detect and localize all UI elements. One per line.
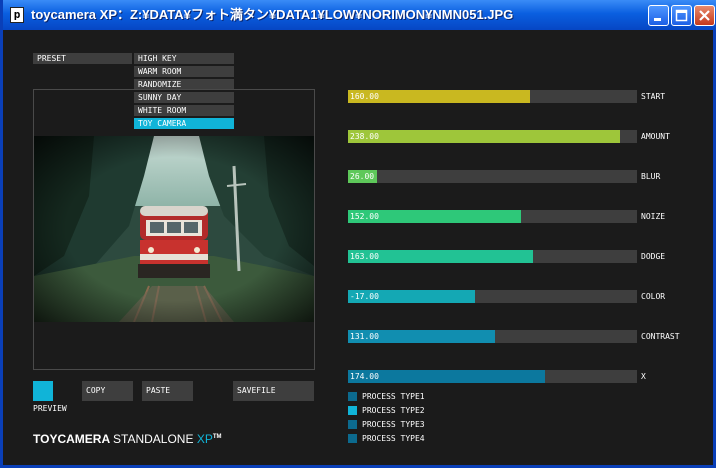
slider-label-noize: NOIZE	[641, 212, 666, 221]
slider-label-dodge: DODGE	[641, 252, 666, 261]
process-type-label[interactable]: PROCESS TYPE2	[362, 406, 425, 415]
savefile-button[interactable]: SAVEFILE	[233, 381, 314, 401]
slider-blur[interactable]: 26.00	[348, 170, 637, 183]
train-photo	[34, 136, 314, 322]
slider-label-start: START	[641, 92, 666, 101]
maximize-button[interactable]	[671, 5, 692, 26]
preset-item-high-key[interactable]: HIGH KEY	[134, 53, 234, 64]
minimize-button[interactable]	[648, 5, 669, 26]
slider-noize[interactable]: 152.00	[348, 210, 637, 223]
preview-button[interactable]	[33, 381, 53, 401]
paste-button[interactable]: PASTE	[142, 381, 193, 401]
slider-value: 160.00	[350, 92, 379, 101]
preview-image	[34, 136, 314, 322]
process-type-checkbox[interactable]	[348, 420, 357, 429]
minimize-icon	[654, 18, 661, 21]
slider-label-amount: AMOUNT	[641, 132, 670, 141]
brand-standalone: STANDALONE	[113, 432, 194, 446]
close-button[interactable]	[694, 5, 715, 26]
slider-value: 152.00	[350, 212, 379, 221]
slider-label-x: X	[641, 372, 646, 381]
preview-label: PREVIEW	[33, 404, 67, 413]
slider-label-contrast: CONTRAST	[641, 332, 680, 341]
preset-label[interactable]: PRESET	[33, 53, 132, 64]
slider-fill	[348, 130, 620, 143]
slider-value: 163.00	[350, 252, 379, 261]
brand-xp: XP	[196, 432, 213, 446]
slider-value: 131.00	[350, 332, 379, 341]
brand-logo: TOYCAMERA STANDALONE XPTM	[33, 430, 222, 446]
brand-name: TOYCAMERA	[33, 432, 110, 446]
title-bar[interactable]: p toycamera XP：Z:¥DATA¥フォト満タン¥DATA1¥LOW¥…	[3, 0, 716, 30]
maximize-icon	[675, 9, 688, 22]
process-type-label[interactable]: PROCESS TYPE3	[362, 420, 425, 429]
slider-label-color: COLOR	[641, 292, 666, 301]
slider-color[interactable]: -17.00	[348, 290, 637, 303]
copy-button[interactable]: COPY	[82, 381, 133, 401]
preset-item-warm-room[interactable]: WARM ROOM	[134, 66, 234, 77]
slider-dodge[interactable]: 163.00	[348, 250, 637, 263]
slider-start[interactable]: 160.00	[348, 90, 637, 103]
slider-contrast[interactable]: 131.00	[348, 330, 637, 343]
slider-value: 174.00	[350, 372, 379, 381]
process-type-checkbox[interactable]	[348, 434, 357, 443]
app-icon[interactable]: p	[10, 7, 24, 23]
brand-tm: TM	[212, 434, 222, 440]
slider-x[interactable]: 174.00	[348, 370, 637, 383]
process-type-checkbox[interactable]	[348, 406, 357, 415]
process-type-label[interactable]: PROCESS TYPE1	[362, 392, 425, 401]
process-type-label[interactable]: PROCESS TYPE4	[362, 434, 425, 443]
slider-value: -17.00	[350, 292, 379, 301]
window-title: toycamera XP：Z:¥DATA¥フォト満タン¥DATA1¥LOW¥NO…	[31, 7, 514, 22]
slider-value: 238.00	[350, 132, 379, 141]
close-icon	[699, 10, 710, 21]
slider-label-blur: BLUR	[641, 172, 661, 181]
slider-value: 26.00	[350, 172, 375, 181]
slider-amount[interactable]: 238.00	[348, 130, 637, 143]
process-type-checkbox[interactable]	[348, 392, 357, 401]
